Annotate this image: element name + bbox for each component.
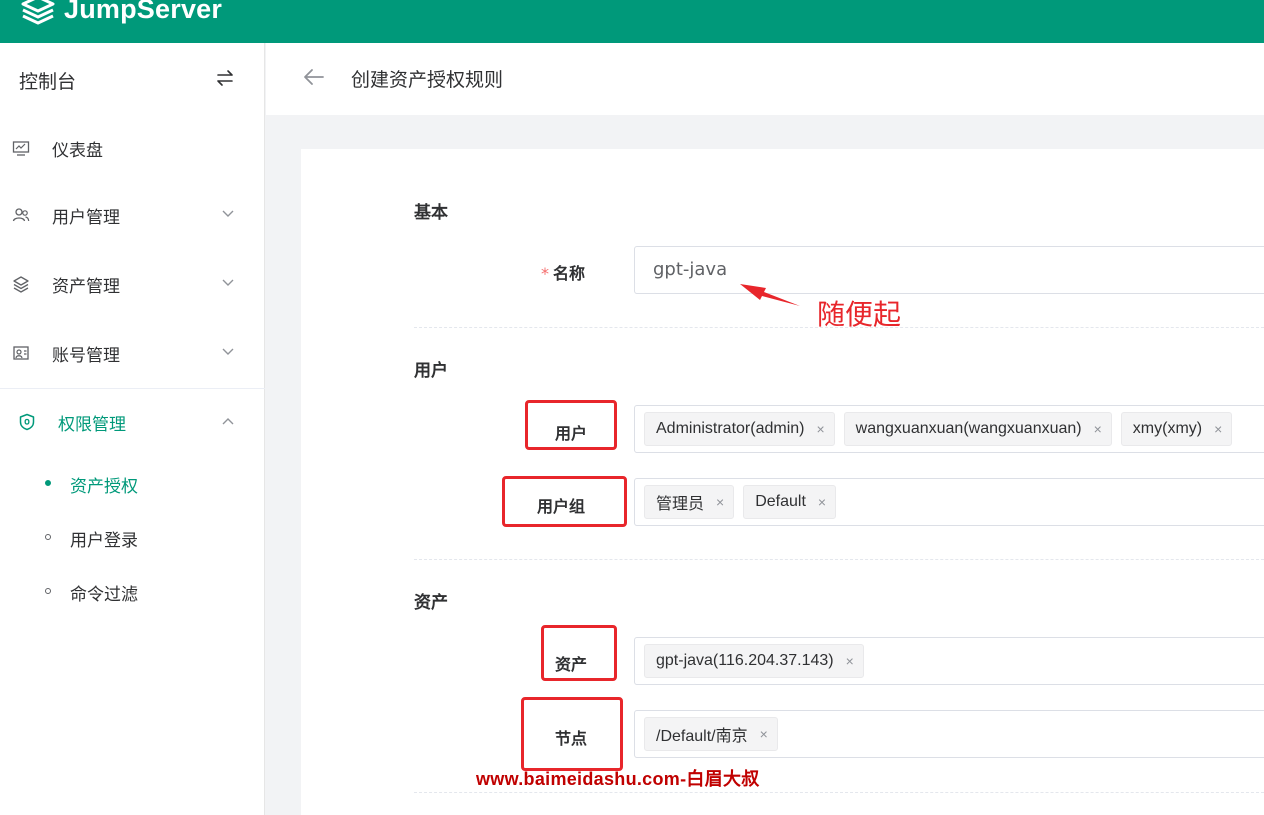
node-tag: /Default/南京 ×	[644, 717, 778, 751]
tag-label: /Default/南京	[656, 728, 748, 745]
sidebar-item-label: 用户管理	[52, 208, 120, 228]
sidebar-item-dashboard[interactable]: 仪表盘	[0, 123, 265, 175]
sidebar-item-asset-management[interactable]: 资产管理	[0, 259, 265, 311]
logo-text: JumpServer	[64, 0, 223, 24]
sidebar-subitem-label: 命令过滤	[70, 585, 138, 605]
tag-label: xmy(xmy)	[1132, 420, 1203, 437]
top-header: JumpServer	[0, 0, 1264, 43]
close-icon[interactable]: ×	[818, 494, 826, 510]
tag-label: 管理员	[656, 496, 705, 513]
required-asterisk: *	[541, 264, 549, 283]
bullet-icon	[45, 480, 51, 486]
close-icon[interactable]: ×	[1214, 421, 1222, 437]
layers-icon	[13, 276, 29, 293]
sidebar-item-account-management[interactable]: 账号管理	[0, 328, 265, 380]
chevron-up-icon	[222, 418, 234, 425]
sidebar-title: 控制台	[19, 71, 77, 93]
tag-label: gpt-java(116.204.37.143)	[656, 652, 834, 669]
assets-select[interactable]: gpt-java(116.204.37.143) ×	[634, 637, 1264, 685]
page-header: 创建资产授权规则	[266, 43, 1264, 115]
name-input[interactable]: gpt-java	[634, 246, 1264, 294]
watermark: www.baimeidashu.com-白眉大叔	[476, 769, 760, 789]
account-icon	[13, 346, 29, 360]
bullet-icon	[45, 588, 51, 594]
sidebar-item-label: 账号管理	[52, 346, 120, 366]
annotation-text: 随便起	[817, 298, 902, 331]
user-groups-select[interactable]: 管理员 × Default ×	[634, 478, 1264, 526]
user-tag: Administrator(admin) ×	[644, 412, 835, 446]
sidebar-subitem-user-login[interactable]: 用户登录	[0, 518, 265, 558]
tag-label: Administrator(admin)	[656, 420, 805, 437]
close-icon[interactable]: ×	[760, 726, 768, 742]
close-icon[interactable]: ×	[846, 653, 854, 669]
annotation-box-user-groups	[502, 476, 627, 527]
sidebar-item-label: 权限管理	[58, 415, 126, 435]
arrow-left-icon[interactable]	[302, 67, 326, 87]
sidebar: 控制台 仪表盘 用户管理 资产管理 账号管理 权限管理 资产授权 用户登录 命令…	[0, 43, 265, 815]
nodes-select[interactable]: /Default/南京 ×	[634, 710, 1264, 758]
sidebar-subitem-command-filter[interactable]: 命令过滤	[0, 572, 265, 612]
sidebar-subitem-label: 用户登录	[70, 531, 138, 551]
dashboard-icon	[12, 141, 30, 156]
sidebar-header: 控制台	[0, 43, 265, 115]
section-title-user: 用户	[414, 361, 448, 381]
name-field-label: * 名称	[541, 260, 585, 284]
sidebar-item-permission-management[interactable]: 权限管理	[0, 397, 265, 449]
section-title-basic: 基本	[414, 203, 448, 223]
chevron-down-icon	[222, 348, 234, 355]
name-input-value: gpt-java	[653, 259, 728, 280]
tag-label: Default	[755, 493, 806, 510]
shield-icon	[19, 413, 35, 431]
chevron-down-icon	[222, 210, 234, 217]
section-divider	[414, 559, 1264, 560]
annotation-box-nodes	[521, 697, 623, 771]
close-icon[interactable]: ×	[1094, 421, 1102, 437]
asset-tag: gpt-java(116.204.37.143) ×	[644, 644, 864, 678]
user-tag: xmy(xmy) ×	[1120, 412, 1233, 446]
user-group-tag: 管理员 ×	[644, 485, 735, 519]
swap-icon[interactable]	[214, 67, 236, 89]
annotation-box-users	[525, 400, 617, 450]
bullet-icon	[45, 534, 51, 540]
name-label-text: 名称	[553, 264, 586, 283]
tag-label: wangxuanxuan(wangxuanxuan)	[855, 420, 1082, 437]
form-card: 基本 * 名称 gpt-java 用户 用户 Administrator(admi…	[301, 149, 1264, 815]
sidebar-item-label: 仪表盘	[52, 141, 103, 161]
annotation-arrow-icon	[740, 284, 800, 306]
sidebar-subitem-label: 资产授权	[70, 477, 138, 497]
chevron-down-icon	[222, 279, 234, 286]
users-select[interactable]: Administrator(admin) × wangxuanxuan(wangx…	[634, 405, 1264, 453]
section-title-asset: 资产	[414, 593, 448, 613]
sidebar-divider	[0, 388, 265, 389]
sidebar-item-user-management[interactable]: 用户管理	[0, 190, 265, 242]
close-icon[interactable]: ×	[716, 494, 724, 510]
section-divider	[414, 792, 1264, 793]
user-tag: wangxuanxuan(wangxuanxuan) ×	[843, 412, 1112, 446]
jumpserver-logo-icon	[21, 0, 55, 24]
user-group-tag: Default ×	[743, 485, 837, 519]
close-icon[interactable]: ×	[816, 421, 824, 437]
sidebar-item-label: 资产管理	[52, 277, 120, 297]
page-title: 创建资产授权规则	[351, 69, 504, 91]
annotation-box-assets	[541, 625, 617, 681]
users-icon	[12, 208, 30, 222]
sidebar-subitem-asset-permission[interactable]: 资产授权	[0, 464, 265, 504]
logo[interactable]: JumpServer	[20, 0, 222, 25]
